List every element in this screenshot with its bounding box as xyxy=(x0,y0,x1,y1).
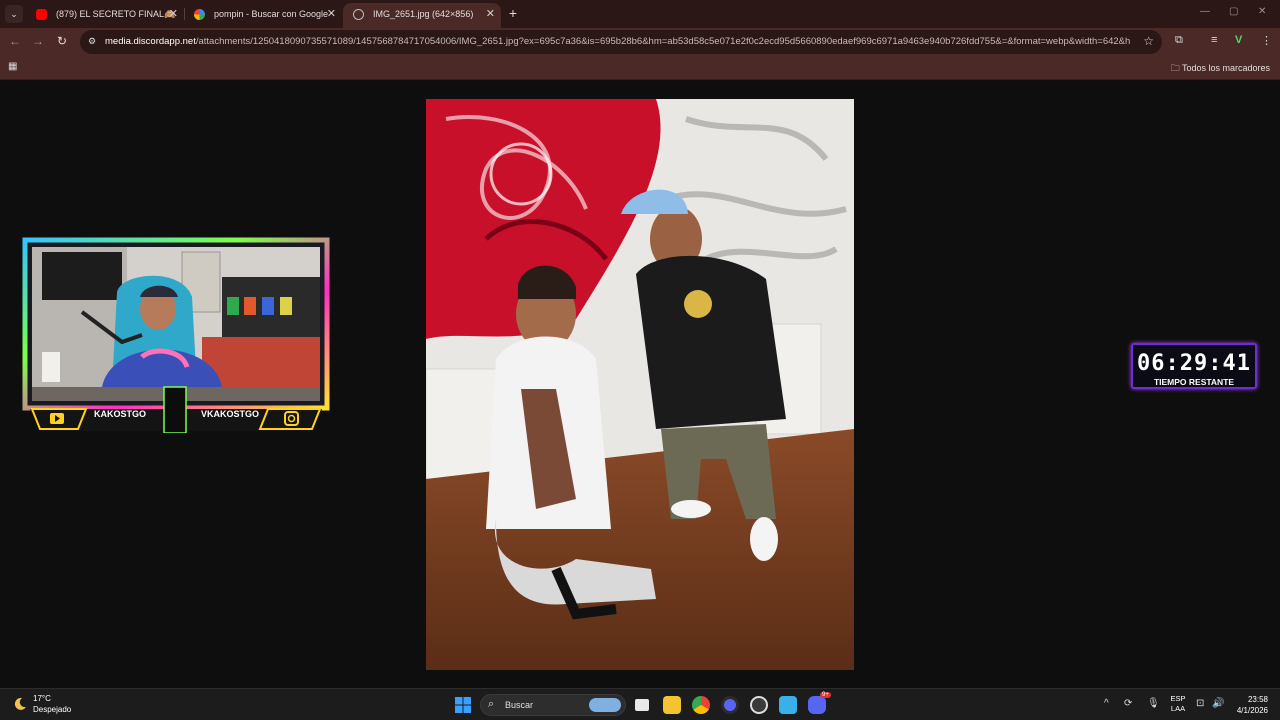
moon-icon[interactable] xyxy=(12,696,28,712)
maximize-icon[interactable]: ▢ xyxy=(1229,6,1238,17)
close-window-icon[interactable]: ✕ xyxy=(1258,6,1266,17)
site-info-icon[interactable]: ⚙ xyxy=(88,36,99,47)
close-icon[interactable]: ✕ xyxy=(327,3,336,25)
search-highlight-icon xyxy=(589,698,621,712)
layout-code: LAA xyxy=(1170,704,1186,713)
back-icon[interactable]: ← xyxy=(9,34,21,48)
minimize-icon[interactable]: — xyxy=(1200,6,1210,17)
app-icon[interactable] xyxy=(721,696,739,714)
forward-icon[interactable]: → xyxy=(32,34,44,48)
system-clock[interactable]: 23:58 4/1/2026 xyxy=(1230,694,1268,716)
media-controls-icon[interactable]: ≡ xyxy=(1211,34,1217,46)
weather-temperature[interactable]: 17°C xyxy=(33,694,51,703)
extensions-icon[interactable]: ⧉ xyxy=(1175,34,1183,47)
facebook-icon[interactable] xyxy=(779,696,797,714)
tab-google[interactable]: pompin - Buscar con Google ✕ xyxy=(184,3,342,28)
url-path: /attachments/1250418090735571089/1457568… xyxy=(195,36,1130,47)
timer-label: TIEMPO RESTANTE xyxy=(1153,377,1235,387)
discord-badge: 9+ xyxy=(820,692,831,698)
url-domain: media.discordapp.net xyxy=(105,36,196,47)
volume-icon[interactable]: 🔊 xyxy=(1212,698,1224,709)
displayed-photo[interactable] xyxy=(426,99,854,670)
discord-icon[interactable] xyxy=(808,696,826,714)
tab-image[interactable]: IMG_2651.jpg (642×856) ✕ xyxy=(343,3,501,28)
folder-icon: 🗀 xyxy=(1170,63,1182,73)
globe-icon xyxy=(353,9,364,20)
tab-title: IMG_2651.jpg (642×856) xyxy=(373,9,474,19)
youtube-handle: KAKOSTGO xyxy=(94,409,146,419)
network-icon[interactable]: ⊡ xyxy=(1196,698,1204,709)
new-tab-button[interactable]: + xyxy=(505,5,521,21)
instagram-handle: VKAKOSTGO xyxy=(201,409,259,419)
language-indicator[interactable]: ESP LAA xyxy=(1168,694,1188,714)
tab-search-button[interactable]: ⌄ xyxy=(5,5,23,23)
reload-icon[interactable]: ↻ xyxy=(57,34,67,48)
chevron-up-icon[interactable]: ^ xyxy=(1104,698,1109,709)
menu-kebab-icon[interactable]: ⋮ xyxy=(1261,34,1272,47)
clock-date: 4/1/2026 xyxy=(1236,706,1268,715)
bookmark-star-icon[interactable]: ☆ xyxy=(1143,34,1154,48)
tab-youtube[interactable]: (879) EL SECRETO FINAL🙈 ✕ xyxy=(26,3,184,28)
clock-time: 23:58 xyxy=(1247,695,1268,704)
google-icon xyxy=(194,9,205,20)
close-icon[interactable]: ✕ xyxy=(169,3,178,25)
all-bookmarks-label: Todos los marcadores xyxy=(1181,63,1270,73)
address-bar[interactable]: ⚙ media.discordapp.net/attachments/12504… xyxy=(80,30,1162,54)
all-bookmarks-button[interactable]: 🗀 Todos los marcadores xyxy=(1171,61,1270,77)
obs-icon[interactable] xyxy=(750,696,768,714)
bookmarks-bar: ▦ 🗀 Todos los marcadores xyxy=(0,56,1280,80)
webcam-overlay: KAKOSTGO VKAKOSTGO xyxy=(22,237,330,434)
profile-avatar-icon[interactable]: V xyxy=(1235,34,1242,46)
timer-value: 06:29:41 xyxy=(1137,351,1251,376)
task-view-icon[interactable] xyxy=(635,699,649,711)
sync-icon[interactable]: ⟳ xyxy=(1124,698,1132,709)
url-text[interactable]: media.discordapp.net/attachments/1250418… xyxy=(105,36,1130,47)
tab-title: (879) EL SECRETO FINAL🙈 xyxy=(56,9,176,19)
taskbar-search-box[interactable]: ⌕ Buscar xyxy=(480,694,626,716)
close-icon[interactable]: ✕ xyxy=(486,3,495,25)
windows-start-icon[interactable] xyxy=(455,697,471,713)
search-placeholder: Buscar xyxy=(505,700,534,710)
search-icon: ⌕ xyxy=(488,698,495,710)
file-explorer-icon[interactable] xyxy=(663,696,681,714)
language-code: ESP xyxy=(1170,694,1186,703)
microphone-icon[interactable]: 🎙 xyxy=(1147,698,1160,709)
weather-description[interactable]: Despejado xyxy=(33,705,71,714)
countdown-timer: 06:29:41 TIEMPO RESTANTE xyxy=(1131,343,1257,389)
chrome-icon[interactable] xyxy=(692,696,710,714)
tab-title: pompin - Buscar con Google xyxy=(214,9,329,19)
apps-grid-icon[interactable]: ▦ xyxy=(8,61,17,72)
tab-strip: ⌄ (879) EL SECRETO FINAL🙈 ✕ pompin - Bus… xyxy=(0,0,1280,28)
windows-taskbar: 17°C Despejado ⌕ Buscar 9+ ^ ⟳ 🎙 ESP LAA… xyxy=(0,688,1280,720)
youtube-icon xyxy=(36,9,47,20)
